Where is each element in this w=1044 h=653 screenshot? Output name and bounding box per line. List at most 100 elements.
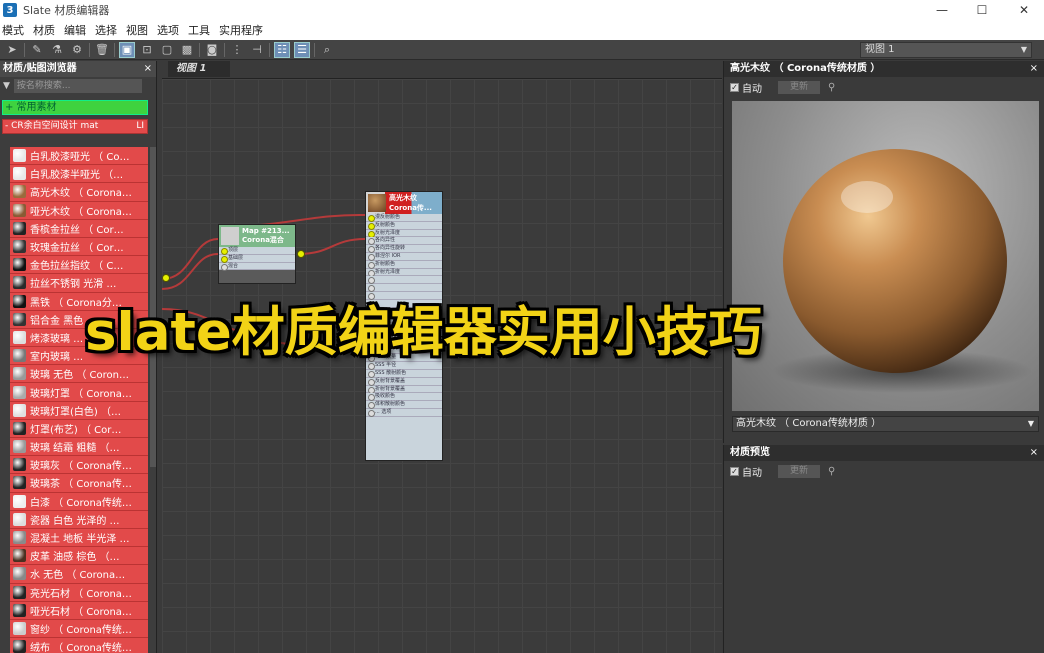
library-group-label: - CR余白空间设计 mat	[5, 121, 99, 131]
menu-utilities[interactable]: 实用程序	[219, 22, 263, 38]
material-list-item[interactable]: 玻璃灯罩 （ Corona…	[10, 383, 148, 402]
node-input-slot[interactable]: 各向异性旋转	[366, 245, 442, 253]
node-input-slot[interactable]: 菲涅尔 IOR	[366, 252, 442, 261]
node-input-slot[interactable]: 漫反射颜色	[366, 214, 442, 222]
material-list-item[interactable]: 金色拉丝指纹 （ C…	[10, 256, 148, 275]
node-input-slot[interactable]: ... 选项	[366, 408, 442, 417]
layout-all-icon[interactable]: ⋮	[229, 42, 245, 58]
material-list-item[interactable]: 亮光石材 （ Corona…	[10, 583, 148, 602]
material-swatch-icon	[13, 440, 26, 454]
node-input-slot[interactable]: SSS 散射颜色	[366, 369, 442, 378]
material-list-item[interactable]: 玻璃 结霜 粗糙 （…	[10, 438, 148, 457]
tab-view-1[interactable]: 视图 1	[168, 61, 230, 77]
search-input[interactable]: 按名称搜索...	[13, 79, 142, 93]
node-input-slot[interactable]: 折射光泽度	[366, 268, 442, 277]
menu-view[interactable]: 视图	[126, 22, 148, 38]
update-button[interactable]: 更新	[778, 464, 820, 478]
material-preview-render	[732, 101, 1039, 411]
node-input-slot[interactable]: 反射背景覆盖	[366, 377, 442, 386]
node-input-slot[interactable]: 折射颜色	[366, 260, 442, 269]
wire-connector[interactable]	[297, 250, 305, 258]
node-input-slot[interactable]: 吸收颜色	[366, 393, 442, 402]
node-input-slot[interactable]: 体积散射颜色	[366, 401, 442, 409]
material-list-label: 室内玻璃 …	[30, 352, 84, 364]
close-button[interactable]: ✕	[1004, 0, 1044, 20]
delete-icon[interactable]: 🗑	[94, 42, 110, 58]
material-list-item[interactable]: 哑光石材 （ Corona…	[10, 601, 148, 620]
assign-material-icon[interactable]: ⚙	[69, 42, 85, 58]
menu-material[interactable]: 材质	[33, 22, 55, 38]
view-selector[interactable]: 视图 1 ▼	[860, 42, 1032, 58]
material-list-item[interactable]: 绒布 （ Corona传统…	[10, 638, 148, 653]
map-node-header[interactable]: Map #213... Corona混合	[219, 225, 295, 247]
material-dropdown[interactable]: 高光木纹 （ Corona传统材质 ） ▼	[732, 416, 1039, 432]
material-list-item[interactable]: 皮革 油感 棕色 （…	[10, 547, 148, 566]
material-list-item[interactable]: 灯罩(布艺) （ Cor…	[10, 419, 148, 438]
material-list-item[interactable]: 香槟金拉丝 （ Cor…	[10, 219, 148, 238]
update-button[interactable]: 更新	[778, 80, 820, 94]
material-list-item[interactable]: 白乳胶漆半哑光 （…	[10, 165, 148, 184]
material-dropdown-value: 高光木纹 （ Corona传统材质 ）	[736, 418, 882, 429]
minimize-button[interactable]: —	[922, 0, 962, 20]
material-list-label: 玫瑰金拉丝 （ Cor…	[30, 243, 124, 255]
eyedropper-icon[interactable]: ✎	[29, 42, 45, 58]
library-group-header[interactable]: - CR余白空间设计 mat LI	[2, 119, 148, 134]
hide-unused-icon[interactable]: ▢	[159, 42, 175, 58]
lock-icon[interactable]: ⊡	[139, 42, 155, 58]
options-triangle-icon[interactable]: ▼	[3, 81, 10, 91]
material-list-label: 玻璃灯罩 （ Corona…	[30, 388, 132, 400]
auto-label: 自动	[742, 467, 762, 479]
material-list-item[interactable]: 玻璃茶 （ Corona传…	[10, 474, 148, 493]
parameter-editor-toggle-icon[interactable]: ☰	[294, 41, 310, 58]
material-browser-toggle-icon[interactable]: ☷	[274, 41, 290, 58]
material-list-item[interactable]: 水 无色 （ Corona…	[10, 565, 148, 584]
maximize-button[interactable]: ☐	[962, 0, 1002, 20]
move-children-icon[interactable]: ▣	[119, 41, 135, 58]
map-node-subtitle: Corona混合	[242, 236, 284, 244]
common-materials-group[interactable]: + 常用素材	[2, 100, 148, 115]
material-list-item[interactable]: 哑光木纹 （ Corona…	[10, 201, 148, 220]
close-icon[interactable]: ×	[1030, 61, 1038, 77]
material-node-header[interactable]: 高光木纹 Corona传...	[366, 192, 442, 214]
menu-mode[interactable]: 模式	[2, 22, 24, 38]
put-to-scene-icon[interactable]: ⚗	[49, 42, 65, 58]
menu-select[interactable]: 选择	[95, 22, 117, 38]
select-tool-icon[interactable]: ➤	[4, 42, 20, 58]
auto-checkbox[interactable]: ✓	[730, 466, 739, 476]
show-background-icon[interactable]: ▩	[179, 42, 195, 58]
node-input-slot[interactable]: 基础层	[219, 254, 295, 263]
close-icon[interactable]: ×	[1030, 445, 1038, 461]
chevron-down-icon: ▼	[1020, 45, 1027, 54]
material-list-item[interactable]: 玫瑰金拉丝 （ Cor…	[10, 237, 148, 257]
node-input-slot[interactable]: 顶层	[219, 247, 295, 255]
material-preview-controls: ✓ 自动 更新 ⚲	[724, 461, 1044, 481]
find-node-icon[interactable]: ⌕	[319, 42, 335, 58]
material-list-item[interactable]: 白漆 （ Corona传统…	[10, 492, 148, 511]
show-map-icon[interactable]: ◙	[204, 42, 220, 58]
layout-children-icon[interactable]: ⊣	[249, 42, 265, 58]
menu-tools[interactable]: 工具	[188, 22, 210, 38]
material-list-item[interactable]: 瓷器 白色 光泽的 …	[10, 510, 148, 529]
material-preview-title: 材质预览	[730, 447, 770, 458]
pin-icon[interactable]: ⚲	[828, 466, 835, 477]
close-icon[interactable]: ×	[144, 61, 152, 77]
map-node[interactable]: Map #213... Corona混合 顶层 基础层 混合	[218, 224, 296, 284]
menu-options[interactable]: 选项	[157, 22, 179, 38]
preview-panel: 高光木纹 （ Corona传统材质 ） × ✓ 自动 更新 ⚲ 高光木纹 （ C…	[723, 61, 1044, 443]
material-list-item[interactable]: 高光木纹 （ Corona…	[10, 183, 148, 202]
material-list-item[interactable]: 玻璃灯罩(白色) （…	[10, 401, 148, 420]
menu-edit[interactable]: 编辑	[64, 22, 86, 38]
material-list-item[interactable]: 窗纱 （ Corona传统…	[10, 619, 148, 639]
material-list-item[interactable]: 玻璃 无色 （ Coron…	[10, 365, 148, 384]
node-input-slot[interactable]	[366, 276, 442, 285]
wire-connector[interactable]	[162, 274, 170, 282]
auto-checkbox[interactable]: ✓	[730, 82, 739, 92]
material-list-item[interactable]: 混凝土 地板 半光泽 …	[10, 528, 148, 548]
node-input-slot[interactable]: 混合	[219, 262, 295, 271]
material-preview-panel: 材质预览 × ✓ 自动 更新 ⚲	[723, 445, 1044, 653]
material-list-item[interactable]: 白乳胶漆哑光 （ Co…	[10, 147, 148, 166]
material-list: 白乳胶漆哑光 （ Co… 白乳胶漆半哑光 （… 高光木纹 （ Corona… 哑光木纹…	[10, 147, 148, 653]
node-input-slot[interactable]: 反射颜色	[366, 221, 442, 230]
material-list-item[interactable]: 玻璃灰 （ Corona传…	[10, 456, 148, 475]
pin-icon[interactable]: ⚲	[828, 82, 835, 93]
